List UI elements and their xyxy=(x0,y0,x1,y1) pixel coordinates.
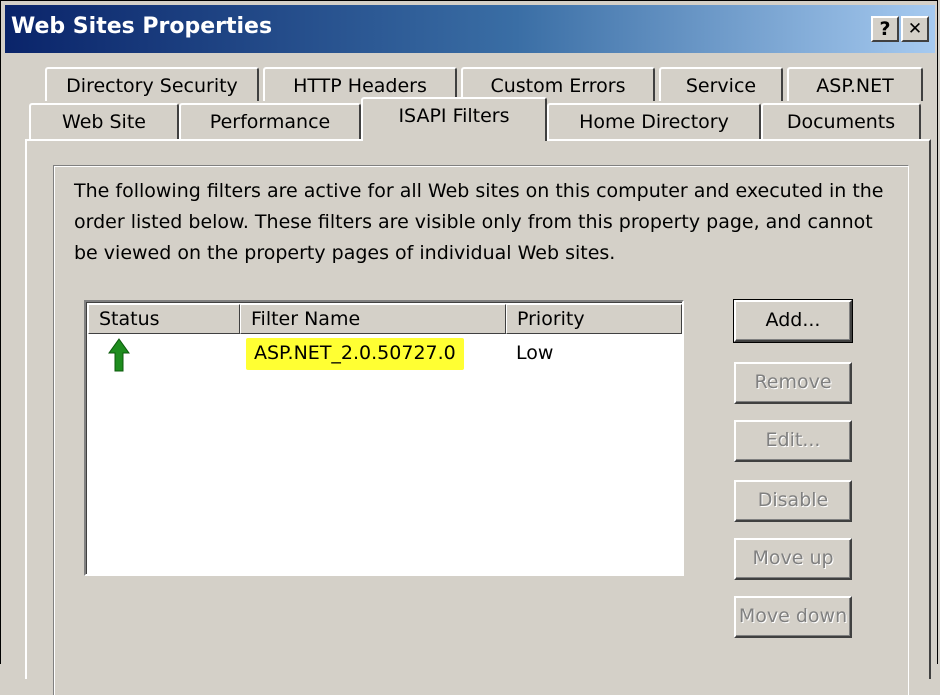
priority-cell: Low xyxy=(516,342,554,364)
move-down-button[interactable]: Move down xyxy=(734,596,852,638)
close-button[interactable]: ✕ xyxy=(901,16,929,42)
tab-service[interactable]: Service xyxy=(659,67,783,101)
tab-home-directory[interactable]: Home Directory xyxy=(547,103,761,139)
column-status[interactable]: Status xyxy=(88,304,240,334)
filters-group: The following filters are active for all… xyxy=(53,165,909,695)
tab-web-site[interactable]: Web Site xyxy=(29,103,179,139)
help-button[interactable]: ? xyxy=(871,16,899,42)
tab-custom-errors[interactable]: Custom Errors xyxy=(461,67,655,101)
title-bar[interactable]: Web Sites Properties ? ✕ xyxy=(5,5,935,53)
disable-button[interactable]: Disable xyxy=(734,480,852,522)
filters-description: The following filters are active for all… xyxy=(74,180,884,264)
window-title: Web Sites Properties xyxy=(11,14,273,39)
tab-http-headers[interactable]: HTTP Headers xyxy=(263,67,457,101)
close-icon: ✕ xyxy=(907,19,923,39)
column-priority[interactable]: Priority xyxy=(506,304,682,334)
isapi-filters-panel: The following filters are active for all… xyxy=(25,139,931,695)
edit-button[interactable]: Edit... xyxy=(734,420,852,462)
green-up-arrow-icon xyxy=(108,338,130,377)
list-header: Status Filter Name Priority xyxy=(88,304,682,334)
tab-performance[interactable]: Performance xyxy=(179,103,361,139)
move-up-button[interactable]: Move up xyxy=(734,538,852,580)
filters-list[interactable]: Status Filter Name Priority ASP.NET_2.0.… xyxy=(84,300,684,576)
add-button[interactable]: Add... xyxy=(733,299,853,343)
tab-isapi-filters[interactable]: ISAPI Filters xyxy=(361,97,547,141)
tab-directory-security[interactable]: Directory Security xyxy=(45,67,259,101)
tab-asp-net[interactable]: ASP.NET xyxy=(787,67,923,101)
table-row[interactable]: ASP.NET_2.0.50727.0 Low xyxy=(88,336,682,372)
filter-name-cell: ASP.NET_2.0.50727.0 xyxy=(246,338,464,370)
tab-documents[interactable]: Documents xyxy=(761,103,921,139)
properties-window: Web Sites Properties ? ✕ Directory Secur… xyxy=(0,0,938,695)
column-filter-name[interactable]: Filter Name xyxy=(240,304,506,334)
remove-button[interactable]: Remove xyxy=(734,362,852,404)
